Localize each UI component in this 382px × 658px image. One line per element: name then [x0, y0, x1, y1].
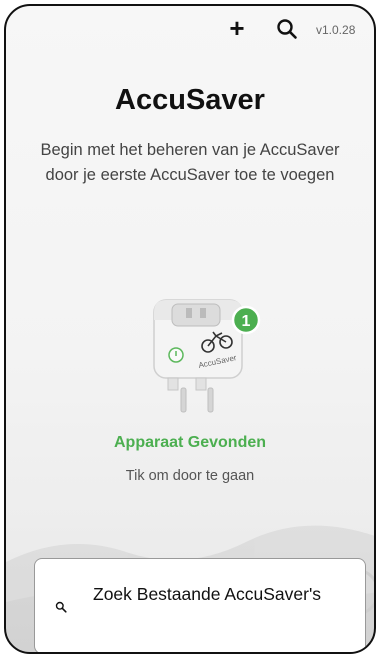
search-icon[interactable] [276, 18, 298, 40]
device-count-badge: 1 [242, 313, 251, 330]
accusaver-plug-image[interactable]: AccuSaver 1 [146, 290, 266, 420]
version-label: v1.0.28 [316, 23, 356, 37]
page-subtitle: Begin met het beheren van je AccuSaver d… [40, 141, 340, 184]
phone-frame: + v1.0.28 AccuSaver Begin met het behere… [4, 4, 376, 654]
tap-to-continue-hint: Tik om door te gaan [125, 468, 255, 484]
search-existing-button[interactable]: Zoek Bestaande AccuSaver's [34, 558, 366, 652]
plus-icon[interactable]: + [224, 15, 250, 42]
device-found-label[interactable]: Apparaat Gevonden [6, 434, 374, 452]
top-bar: + v1.0.28 [6, 14, 374, 48]
search-icon [55, 601, 67, 613]
search-existing-label: Zoek Bestaande AccuSaver's [93, 584, 322, 604]
page-title: AccuSaver [115, 84, 265, 116]
